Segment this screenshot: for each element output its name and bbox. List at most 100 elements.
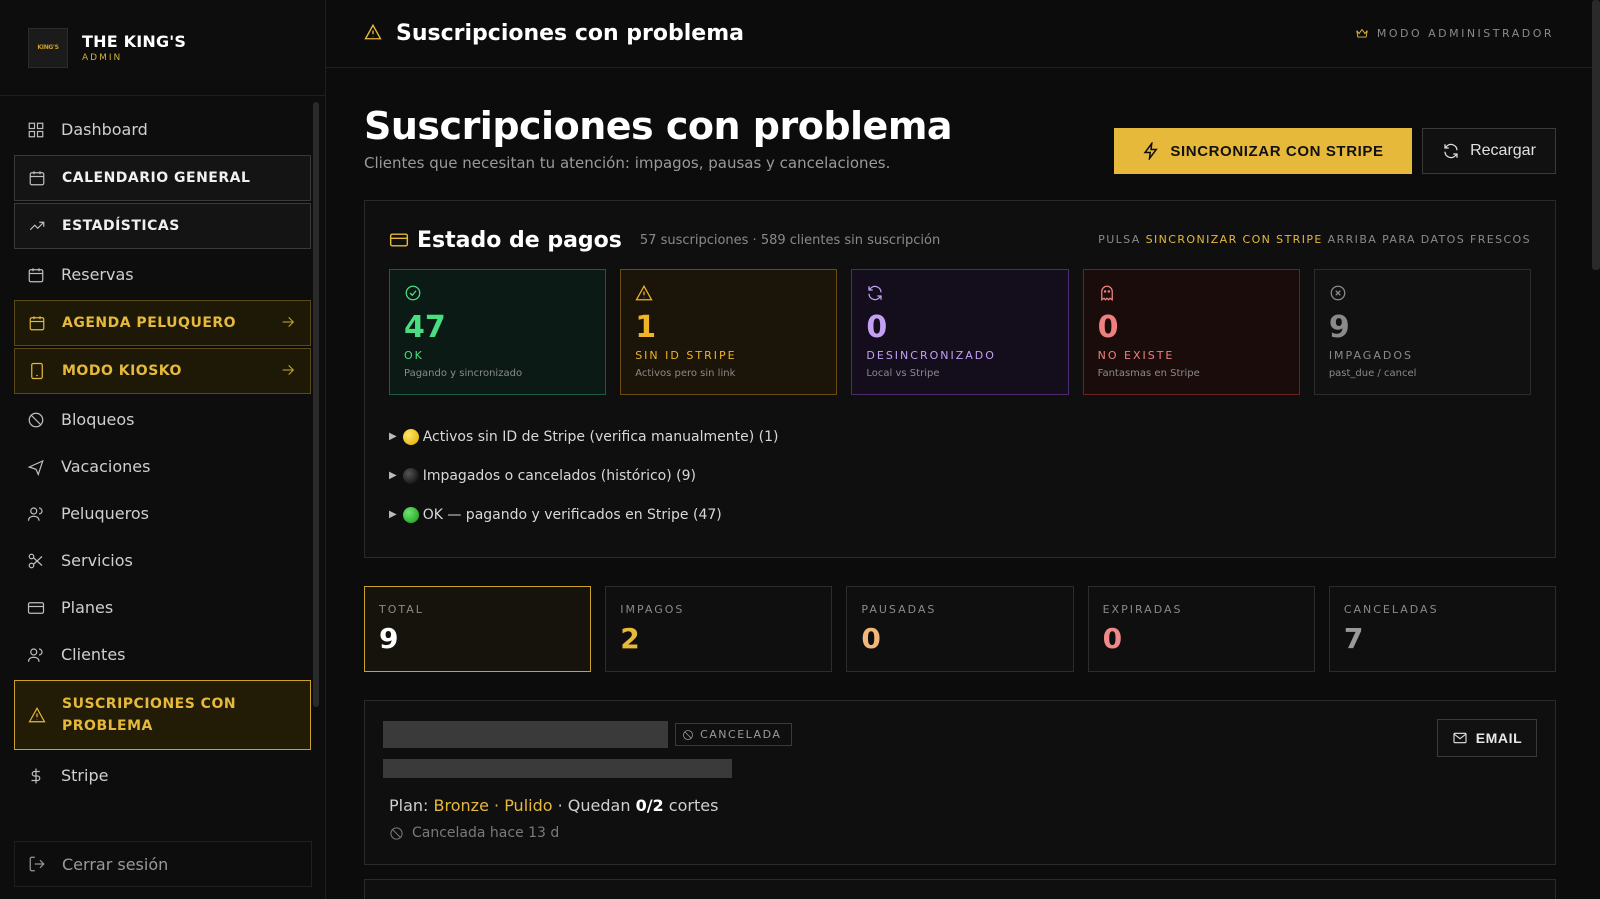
sidebar-item-bloqueos[interactable]: Bloqueos bbox=[14, 396, 311, 443]
brand[interactable]: KING'S THE KING'S ADMIN bbox=[0, 0, 325, 96]
sidebar-item-label: ESTADÍSTICAS bbox=[62, 218, 180, 234]
sync-stripe-button[interactable]: SINCRONIZAR CON STRIPE bbox=[1114, 128, 1412, 174]
details-list: ▶ Activos sin ID de Stripe (verifica man… bbox=[389, 417, 1531, 534]
main-scrollbar[interactable] bbox=[1592, 0, 1600, 270]
stat-label: IMPAGADOS bbox=[1328, 349, 1413, 362]
kpi-impagos[interactable]: IMPAGOS 2 bbox=[605, 586, 833, 672]
sidebar-item-calendario-general[interactable]: CALENDARIO GENERAL bbox=[14, 155, 311, 201]
stat-value: 47 bbox=[404, 310, 446, 345]
sidebar-item-vacaciones[interactable]: Vacaciones bbox=[14, 443, 311, 490]
details-toggle-ok[interactable]: ▶ OK — pagando y verificados en Stripe (… bbox=[389, 495, 1531, 534]
status-badge: CANCELADA bbox=[675, 723, 793, 746]
sidebar-item-label: Peluqueros bbox=[61, 504, 149, 523]
sidebar-item-clientes[interactable]: Clientes bbox=[14, 631, 311, 678]
email-button-label: EMAIL bbox=[1475, 730, 1523, 746]
calendar-icon bbox=[27, 266, 45, 284]
kpi-label: EXPIRADAS bbox=[1102, 603, 1183, 616]
lightning-icon bbox=[1143, 142, 1159, 160]
sidebar-item-dashboard[interactable]: Dashboard bbox=[14, 106, 311, 153]
ban-icon bbox=[27, 411, 45, 429]
topbar: Suscripciones con problema MODO ADMINIST… bbox=[326, 0, 1600, 68]
green-dot-icon bbox=[402, 506, 419, 523]
kpi-canceladas[interactable]: CANCELADAS 7 bbox=[1328, 586, 1557, 672]
warning-icon bbox=[364, 23, 382, 45]
logout-button[interactable]: Cerrar sesión bbox=[14, 841, 312, 887]
details-toggle-sin-id[interactable]: ▶ Activos sin ID de Stripe (verifica man… bbox=[389, 417, 1531, 456]
sidebar-item-suscripciones-con-problema[interactable]: SUSCRIPCIONES CON PROBLEMA bbox=[14, 680, 311, 750]
stat-card-ok: 47 OK Pagando y sincronizado bbox=[389, 269, 607, 395]
details-toggle-impagados[interactable]: ▶ Impagados o cancelados (histórico) (9) bbox=[389, 456, 1531, 495]
status-badge-label: CANCELADA bbox=[700, 728, 782, 741]
sidebar-item-modo-kiosko[interactable]: MODO KIOSKO bbox=[14, 348, 311, 394]
sidebar-item-agenda-peluquero[interactable]: AGENDA PELUQUERO bbox=[14, 300, 311, 346]
plane-icon bbox=[27, 458, 45, 476]
stat-card-desincronizado: 0 DESINCRONIZADO Local vs Stripe bbox=[851, 269, 1069, 395]
cancel-note: Cancelada hace 13 d bbox=[389, 825, 1537, 841]
sidebar-item-stripe[interactable]: Stripe bbox=[14, 752, 311, 799]
sidebar-item-servicios[interactable]: Servicios bbox=[14, 537, 311, 584]
sidebar-item-label: Bloqueos bbox=[61, 410, 135, 429]
trending-up-icon bbox=[28, 217, 46, 235]
sync-stripe-label: SINCRONIZAR CON STRIPE bbox=[1170, 142, 1384, 160]
email-button[interactable]: EMAIL bbox=[1437, 719, 1537, 757]
users-icon bbox=[27, 505, 45, 523]
sidebar-scrollbar[interactable] bbox=[313, 102, 319, 707]
kpi-value: 7 bbox=[1343, 622, 1364, 655]
redacted-client-contact bbox=[383, 759, 732, 778]
kpi-value: 0 bbox=[1102, 622, 1123, 655]
x-circle-icon bbox=[1330, 285, 1346, 301]
kpi-value: 9 bbox=[379, 622, 399, 655]
page-subtitle: Clientes que necesitan tu atención: impa… bbox=[364, 154, 891, 172]
refresh-icon bbox=[1444, 143, 1458, 159]
dollar-icon bbox=[27, 767, 45, 785]
stat-desc: Local vs Stripe bbox=[866, 368, 940, 379]
kpi-total[interactable]: TOTAL 9 bbox=[364, 586, 592, 672]
crown-icon bbox=[1356, 28, 1368, 38]
kpi-expiradas[interactable]: EXPIRADAS 0 bbox=[1087, 586, 1315, 672]
kpi-pausadas[interactable]: PAUSADAS 0 bbox=[846, 586, 1074, 672]
page-title: Suscripciones con problema bbox=[364, 104, 953, 148]
sidebar: KING'S THE KING'S ADMIN Dashboard CALEND… bbox=[0, 0, 326, 899]
kpi-label: PAUSADAS bbox=[861, 603, 937, 616]
sidebar-item-label: Servicios bbox=[61, 551, 133, 570]
ban-icon bbox=[683, 729, 693, 740]
redacted-client-name bbox=[383, 721, 668, 748]
disclosure-triangle-icon: ▶ bbox=[389, 470, 397, 481]
kpi-value: 2 bbox=[620, 622, 640, 655]
arrow-right-icon bbox=[280, 314, 296, 334]
main-content: Suscripciones con problema MODO ADMINIST… bbox=[326, 0, 1600, 899]
sidebar-item-label: Reservas bbox=[61, 265, 134, 284]
logout-icon bbox=[28, 855, 46, 873]
sidebar-nav: Dashboard CALENDARIO GENERAL ESTADÍSTICA… bbox=[0, 96, 325, 799]
filter-kpis: TOTAL 9 IMPAGOS 2 PAUSADAS 0 EXPIRADAS 0… bbox=[364, 586, 1557, 672]
stat-label: DESINCRONIZADO bbox=[866, 349, 996, 362]
hint-highlight: SINCRONIZAR CON STRIPE bbox=[1145, 233, 1323, 246]
topbar-title: Suscripciones con problema bbox=[396, 21, 744, 46]
reload-label: Recargar bbox=[1470, 142, 1536, 159]
panel-hint: PULSA SINCRONIZAR CON STRIPE ARRIBA PARA… bbox=[1098, 233, 1531, 246]
sidebar-item-peluqueros[interactable]: Peluqueros bbox=[14, 490, 311, 537]
admin-mode-indicator: MODO ADMINISTRADOR bbox=[1355, 26, 1554, 40]
payments-status-panel: Estado de pagos 57 suscripciones · 589 c… bbox=[364, 200, 1556, 558]
panel-meta: 57 suscripciones · 589 clientes sin susc… bbox=[639, 232, 941, 248]
stat-desc: Fantasmas en Stripe bbox=[1097, 368, 1200, 379]
reload-button[interactable]: Recargar bbox=[1422, 128, 1556, 174]
sidebar-item-label: AGENDA PELUQUERO bbox=[62, 315, 237, 331]
credit-card-icon bbox=[27, 599, 45, 617]
cancel-note-text: Cancelada hace 13 d bbox=[412, 825, 560, 841]
stat-label: OK bbox=[404, 349, 424, 362]
sidebar-item-estadisticas[interactable]: ESTADÍSTICAS bbox=[14, 203, 311, 249]
sidebar-item-label: Dashboard bbox=[61, 120, 148, 139]
tablet-icon bbox=[28, 362, 46, 380]
stat-card-no-existe: 0 NO EXISTE Fantasmas en Stripe bbox=[1082, 269, 1300, 395]
sidebar-item-planes[interactable]: Planes bbox=[14, 584, 311, 631]
hint-prefix: PULSA bbox=[1098, 233, 1141, 246]
sidebar-item-reservas[interactable]: Reservas bbox=[14, 251, 311, 298]
stat-value: 0 bbox=[1097, 310, 1119, 345]
stat-desc: Activos pero sin link bbox=[635, 368, 736, 379]
mail-icon bbox=[1453, 732, 1467, 744]
yellow-dot-icon bbox=[402, 428, 419, 445]
details-label: Impagados o cancelados (histórico) (9) bbox=[422, 467, 696, 484]
refresh-icon bbox=[868, 285, 883, 301]
stat-desc: Pagando y sincronizado bbox=[404, 368, 523, 379]
